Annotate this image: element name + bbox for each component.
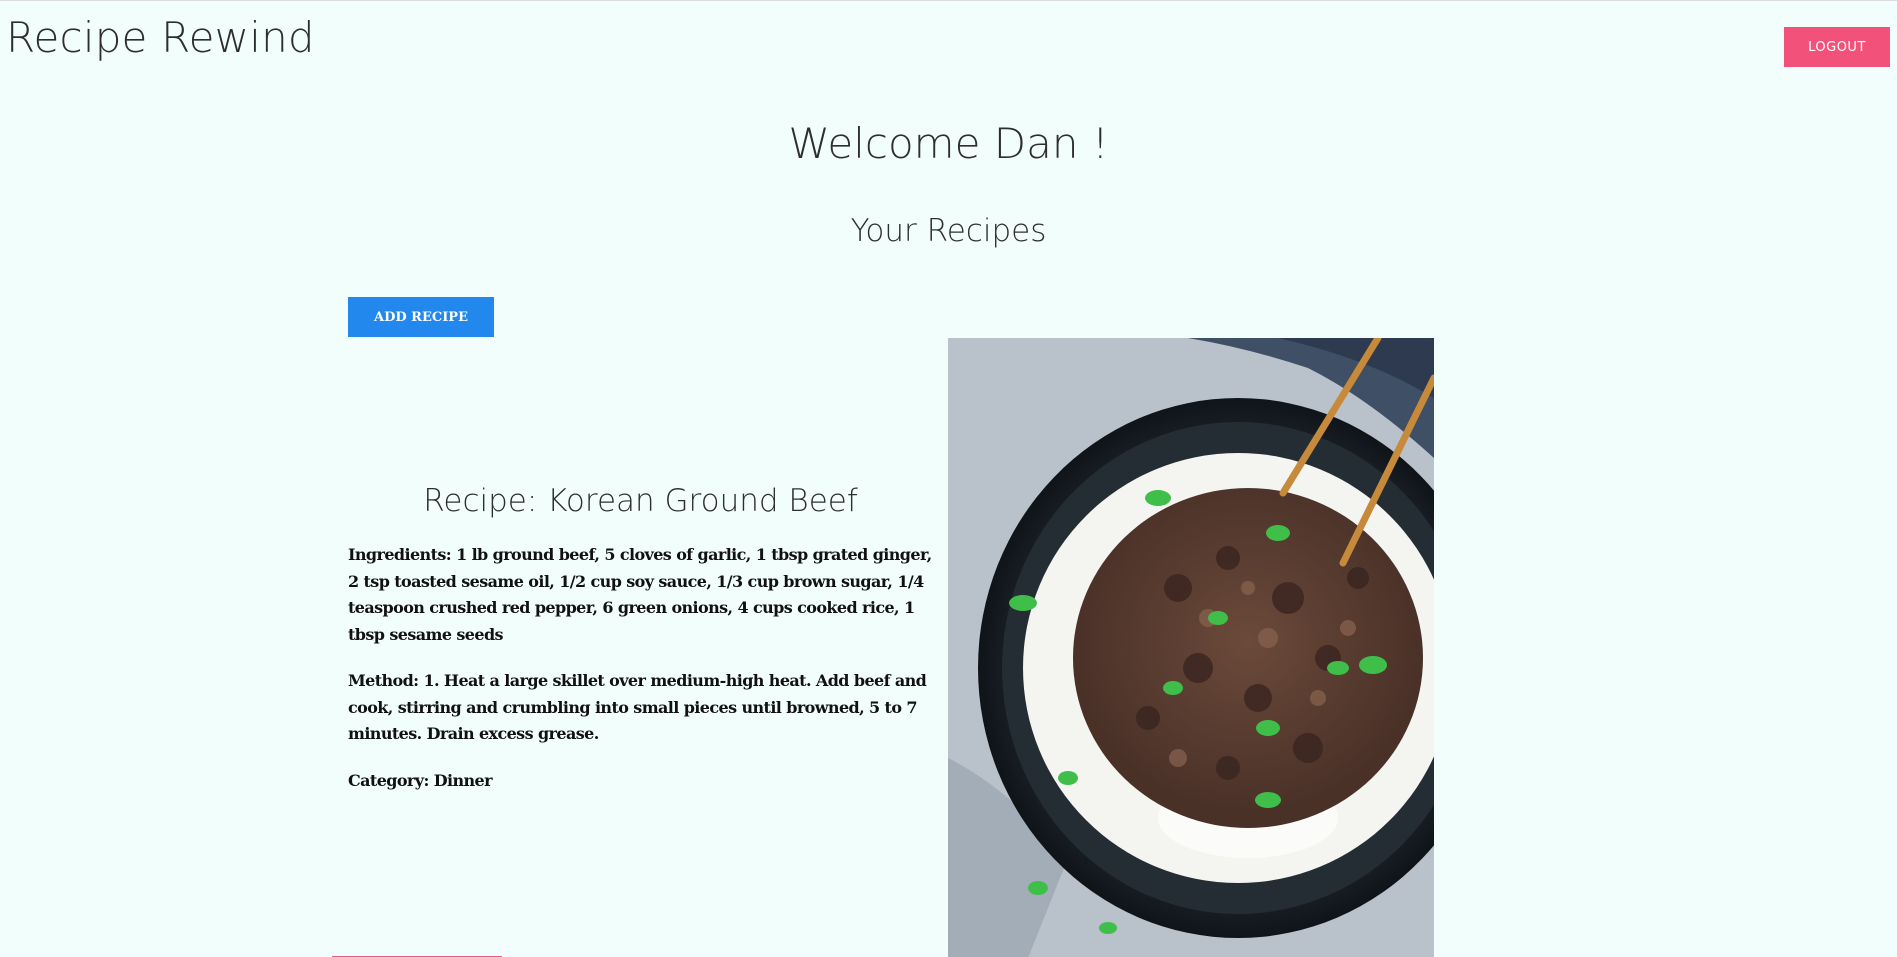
recipe-method: Method: 1. Heat a large skillet over med… [348, 671, 927, 743]
recipe-card: Recipe: Korean Ground Beef Ingredients: … [348, 338, 1434, 957]
recipe-ingredients: Ingredients: 1 lb ground beef, 5 cloves … [348, 545, 932, 644]
recipe-category: Category: Dinner [348, 771, 493, 790]
recipe-title: Recipe: Korean Ground Beef [423, 483, 858, 519]
food-photo-icon [948, 338, 1434, 957]
welcome-heading: Welcome Dan ! [788, 119, 1109, 168]
app-title: Recipe Rewind [6, 13, 315, 62]
logout-button[interactable]: LOGOUT [1784, 27, 1890, 67]
recipe-details: Recipe: Korean Ground Beef Ingredients: … [348, 338, 938, 957]
recipe-image [948, 338, 1434, 957]
section-title: Your Recipes [850, 213, 1047, 249]
add-recipe-button[interactable]: ADD RECIPE [348, 297, 494, 337]
